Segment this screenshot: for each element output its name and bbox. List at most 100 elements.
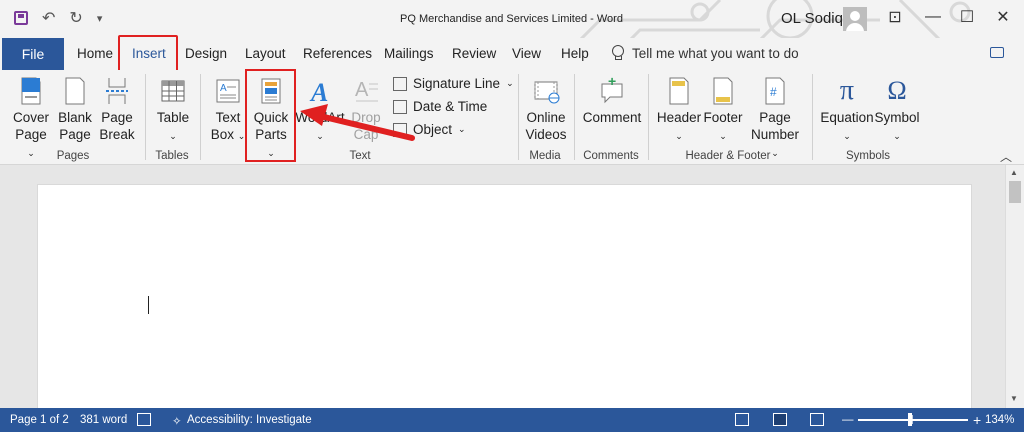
group-label-comments: Comments xyxy=(583,150,639,162)
comment-icon: + xyxy=(598,73,626,106)
maximize-icon[interactable]: ☐ xyxy=(952,6,982,28)
print-layout-icon[interactable] xyxy=(773,413,787,426)
minimize-icon[interactable]: — xyxy=(918,6,948,28)
page-break-icon xyxy=(103,76,131,106)
blank-page-label-1: Blank xyxy=(58,110,92,125)
user-name[interactable]: OL Sodiq xyxy=(781,10,843,27)
zoom-level[interactable]: 134% xyxy=(985,414,1014,426)
group-label-text: Text xyxy=(349,150,371,162)
tab-home[interactable]: Home xyxy=(77,46,113,61)
page-break-label-2: Break xyxy=(99,127,135,142)
zoom-out-button[interactable]: — xyxy=(842,414,854,426)
avatar[interactable] xyxy=(843,7,867,31)
scroll-down-icon[interactable]: ▼ xyxy=(1010,394,1018,403)
tab-review[interactable]: Review xyxy=(452,46,496,61)
group-label-media: Media xyxy=(529,150,561,162)
page-break-label-1: Page xyxy=(101,110,133,125)
quick-parts-highlight xyxy=(245,69,296,162)
text-cursor xyxy=(148,296,149,314)
signature-line-button[interactable]: Signature Line ⌄ xyxy=(393,76,514,91)
footer-button[interactable]: Footer ⌄ xyxy=(702,76,744,145)
annotation-arrow-icon xyxy=(300,104,415,141)
page-break-button[interactable]: Page Break xyxy=(98,76,136,143)
text-box-label-2: Box xyxy=(210,127,234,142)
group-separator xyxy=(574,74,575,160)
chevron-down-icon: ⌄ xyxy=(458,124,466,134)
date-time-label: Date & Time xyxy=(413,99,488,114)
cover-page-icon xyxy=(17,76,45,106)
lightbulb-icon xyxy=(612,45,624,61)
ribbon: Cover Page ⌄ Blank Page Page Break Pages… xyxy=(0,70,1024,165)
scroll-up-icon[interactable]: ▲ xyxy=(1010,168,1018,177)
signature-line-icon xyxy=(393,76,407,91)
accessibility-status[interactable]: Accessibility: Investigate xyxy=(187,414,312,426)
chevron-down-icon: ⌄ xyxy=(506,78,514,88)
symbol-button[interactable]: Ω Symbol ⌄ xyxy=(874,76,920,145)
close-icon[interactable]: ✕ xyxy=(988,6,1018,28)
blank-page-label-2: Page xyxy=(59,127,91,142)
svg-text:A: A xyxy=(355,79,369,101)
group-separator xyxy=(200,74,201,160)
table-label: Table xyxy=(156,110,190,125)
page-number-icon: # xyxy=(761,76,789,106)
online-videos-label-2: Videos xyxy=(525,127,567,142)
web-layout-icon[interactable] xyxy=(810,413,824,426)
tell-me-label: Tell me what you want to do xyxy=(632,45,799,61)
zoom-slider-thumb[interactable] xyxy=(908,413,912,426)
chevron-down-icon: ⌄ xyxy=(675,131,683,141)
zoom-slider-center-tick xyxy=(912,415,913,424)
footer-icon xyxy=(709,76,737,106)
tab-design[interactable]: Design xyxy=(185,46,227,61)
tab-help[interactable]: Help xyxy=(561,46,589,61)
table-icon xyxy=(159,76,187,106)
ribbon-display-options-icon[interactable]: ⊡ xyxy=(880,6,910,28)
undo-icon[interactable]: ↶ xyxy=(42,8,55,28)
chevron-down-icon: ⌄ xyxy=(843,131,851,141)
tab-view[interactable]: View xyxy=(512,46,541,61)
omega-icon: Ω xyxy=(887,76,907,105)
scroll-thumb[interactable] xyxy=(1009,181,1021,203)
tab-references[interactable]: References xyxy=(303,46,372,61)
zoom-in-button[interactable]: + xyxy=(973,412,981,428)
insert-tab-highlight xyxy=(118,35,178,72)
group-separator xyxy=(812,74,813,160)
save-icon[interactable] xyxy=(14,11,28,25)
proofing-icon[interactable] xyxy=(137,413,151,426)
zoom-slider-track[interactable] xyxy=(858,419,968,421)
hash-glyph: # xyxy=(770,85,777,99)
header-button[interactable]: Header ⌄ xyxy=(656,76,702,145)
tab-file[interactable]: File xyxy=(2,38,64,70)
tab-mailings[interactable]: Mailings xyxy=(384,46,434,61)
word-count[interactable]: 381 word xyxy=(80,414,127,426)
svg-text:+: + xyxy=(608,76,616,89)
tell-me-search[interactable]: Tell me what you want to do xyxy=(612,45,799,61)
new-comment-button[interactable]: + Comment xyxy=(582,73,642,126)
chevron-down-icon: ⌄ xyxy=(169,131,177,141)
document-canvas xyxy=(0,165,1005,414)
comments-pane-icon[interactable] xyxy=(990,47,1004,58)
blank-page-button[interactable]: Blank Page xyxy=(57,76,93,143)
redo-icon[interactable]: ↻ xyxy=(69,8,82,28)
equation-button[interactable]: π Equation ⌄ xyxy=(818,76,876,145)
customize-qat-icon[interactable]: ▾ xyxy=(97,12,103,25)
document-page[interactable] xyxy=(37,184,972,414)
page-count[interactable]: Page 1 of 2 xyxy=(10,414,69,426)
read-mode-icon[interactable] xyxy=(735,413,749,426)
online-videos-label-1: Online xyxy=(526,110,566,125)
page-number-label-1: Page xyxy=(759,110,791,125)
cover-page-label-1: Cover xyxy=(12,110,49,125)
text-box-button[interactable]: A Text Box ⌄ xyxy=(208,76,248,145)
chevron-down-icon: ⌄ xyxy=(719,131,727,141)
blank-page-icon xyxy=(61,76,89,106)
tab-layout[interactable]: Layout xyxy=(245,46,286,61)
online-videos-button[interactable]: Online Videos xyxy=(524,76,568,143)
table-button[interactable]: Table ⌄ xyxy=(155,76,191,145)
collapse-ribbon-icon[interactable]: ︿ xyxy=(1000,148,1012,165)
text-box-icon: A xyxy=(214,76,242,106)
vertical-scrollbar[interactable]: ▲ ▼ xyxy=(1005,165,1024,408)
cover-page-button[interactable]: Cover Page ⌄ xyxy=(10,76,52,162)
accessibility-icon[interactable]: ✧ xyxy=(172,414,182,428)
quick-access-toolbar: ↶ ↻ ▾ xyxy=(14,8,102,28)
equation-label: Equation xyxy=(820,110,874,125)
comment-label: Comment xyxy=(582,110,642,125)
